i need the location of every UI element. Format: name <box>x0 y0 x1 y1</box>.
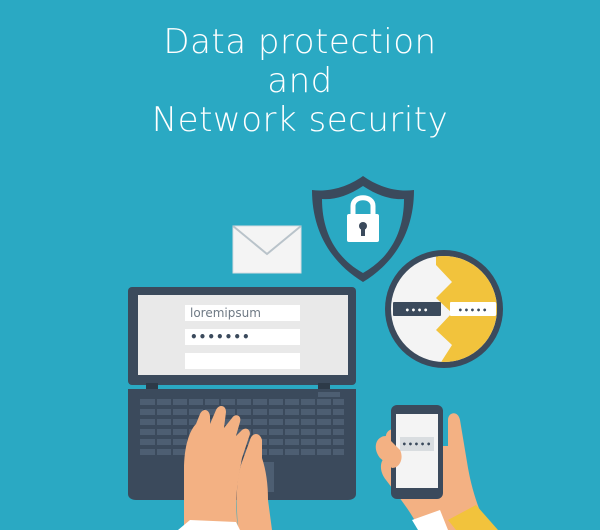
left-code: •••• <box>405 306 429 315</box>
illustration: •••• ••••• loremipsum ••••••• ••••• <box>128 176 503 530</box>
username-value: loremipsum <box>190 306 261 320</box>
smartphone: ••••• <box>375 405 498 530</box>
right-code: ••••• <box>458 306 489 315</box>
key-exchange-circle: •••• ••••• <box>385 250 503 368</box>
phone-code: ••••• <box>402 440 433 449</box>
third-field[interactable] <box>185 353 300 369</box>
envelope-icon <box>232 225 302 274</box>
shield-lock-icon <box>312 176 414 282</box>
password-value: ••••••• <box>190 330 251 344</box>
